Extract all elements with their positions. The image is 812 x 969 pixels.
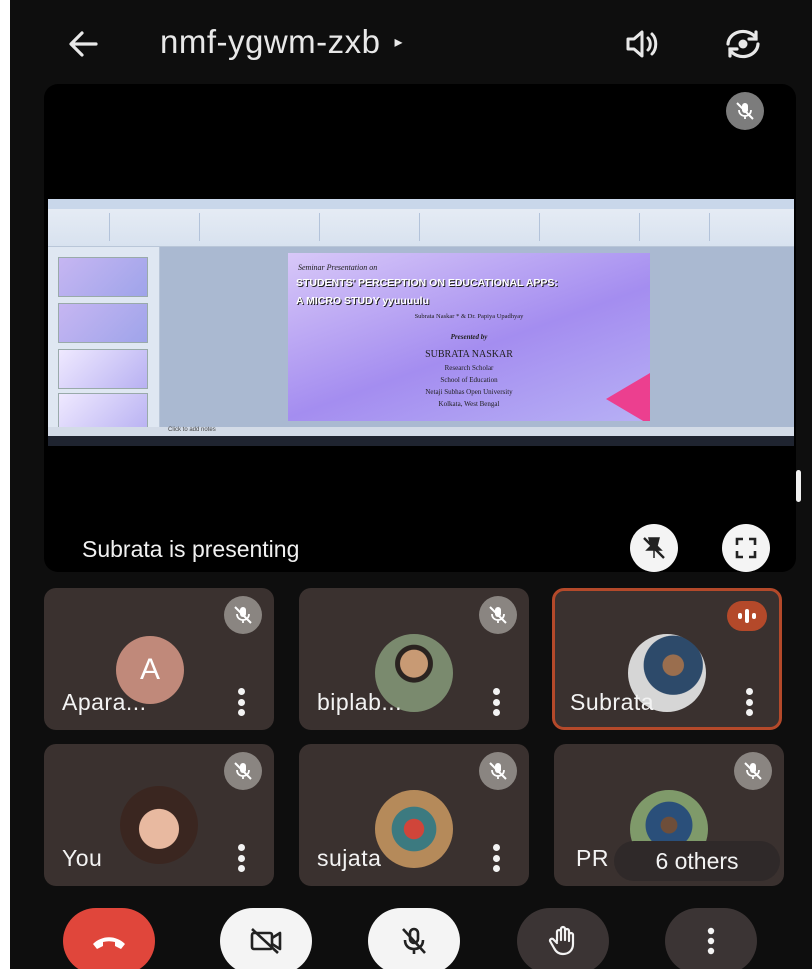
participant-name: biplab...: [317, 689, 403, 715]
more-vert-icon[interactable]: [236, 688, 246, 716]
fullscreen-icon: [735, 537, 757, 559]
presenting-label: Subrata is presenting: [82, 536, 300, 562]
participant-tile[interactable]: biplab...: [299, 588, 529, 730]
mic-off-icon: [224, 596, 262, 634]
shared-screen: Seminar Presentation on STUDENTS' PERCEP…: [48, 199, 794, 446]
slide-university: Netaji Subhas Open University: [425, 388, 513, 396]
more-vert-icon[interactable]: [491, 844, 501, 872]
end-call-icon: [93, 937, 125, 949]
current-slide: Seminar Presentation on STUDENTS' PERCEP…: [288, 253, 650, 421]
slide-authors: Subrata Naskar * & Dr. Papiya Upadhyay: [414, 313, 524, 320]
others-count-badge[interactable]: 6 others: [614, 841, 780, 881]
raise-hand-icon: [548, 925, 575, 956]
slide-kicker: Seminar Presentation on: [298, 263, 378, 272]
mic-off-icon: [224, 752, 262, 790]
participant-tile[interactable]: You: [44, 744, 274, 886]
mic-off-icon: [734, 752, 772, 790]
participant-tile[interactable]: sujata: [299, 744, 529, 886]
meeting-code[interactable]: nmf-ygwm-zxb ▸: [160, 18, 403, 66]
avatar: [120, 786, 198, 864]
participant-name: PR: [576, 845, 609, 871]
avatar: [375, 790, 453, 868]
slide-title-2: A MICRO STUDY yyuuuulu: [296, 295, 430, 307]
meeting-code-text: nmf-ygwm-zxb: [160, 23, 381, 60]
presentation-tile[interactable]: Seminar Presentation on STUDENTS' PERCEP…: [44, 84, 796, 572]
mic-off-icon: [726, 92, 764, 130]
participant-name: sujata: [317, 845, 382, 871]
slide-editor: Seminar Presentation on STUDENTS' PERCEP…: [160, 247, 794, 427]
participant-tile[interactable]: A Apara...: [44, 588, 274, 730]
slide-title-1: STUDENTS' PERCEPTION ON EDUCATIONAL APPS…: [296, 277, 558, 289]
participant-name: Subrata: [570, 689, 655, 715]
powerpoint-ribbon: [48, 199, 794, 247]
notes-bar: Click to add notes: [48, 427, 794, 436]
unpin-icon: [643, 537, 665, 559]
slide-thumbnails: [48, 247, 160, 433]
more-vert-icon[interactable]: [744, 688, 754, 716]
slide-presented-by: Presented by: [450, 333, 488, 341]
mic-off-icon: [479, 596, 517, 634]
slide-role: Research Scholar: [444, 364, 494, 372]
slide-decoration: [606, 373, 650, 421]
more-options-button[interactable]: [665, 908, 757, 969]
camera-toggle-button[interactable]: [220, 908, 312, 969]
meet-call-screen: nmf-ygwm-zxb ▸ Seminar Presentation on S…: [10, 0, 812, 969]
participant-tile-active-speaker[interactable]: Subrata: [552, 588, 782, 730]
raise-hand-button[interactable]: [517, 908, 609, 969]
switch-camera-icon[interactable]: [720, 24, 766, 64]
slide-location: Kolkata, West Bengal: [438, 400, 500, 408]
back-arrow-icon[interactable]: [62, 22, 106, 66]
unpin-button[interactable]: [630, 524, 678, 572]
more-vert-icon[interactable]: [491, 688, 501, 716]
notes-placeholder: Click to add notes: [168, 427, 216, 433]
fullscreen-button[interactable]: [722, 524, 770, 572]
top-bar: nmf-ygwm-zxb ▸: [10, 0, 812, 84]
expand-icon: ▸: [394, 34, 404, 51]
speaker-icon[interactable]: [622, 26, 662, 62]
more-vert-icon[interactable]: [236, 844, 246, 872]
slide-school: School of Education: [440, 376, 498, 384]
mic-toggle-button[interactable]: [368, 908, 460, 969]
participant-name: You: [62, 845, 103, 871]
mic-off-icon: [479, 752, 517, 790]
speaking-indicator-icon: [727, 601, 767, 631]
mic-off-icon: [402, 927, 426, 954]
camera-off-icon: [250, 928, 282, 954]
more-vert-icon: [707, 927, 715, 955]
slide-presenter: SUBRATA NASKAR: [425, 349, 513, 360]
scrollbar[interactable]: [796, 470, 801, 502]
windows-taskbar: [48, 436, 794, 446]
end-call-button[interactable]: [63, 908, 155, 969]
participant-name: Apara...: [62, 689, 147, 715]
